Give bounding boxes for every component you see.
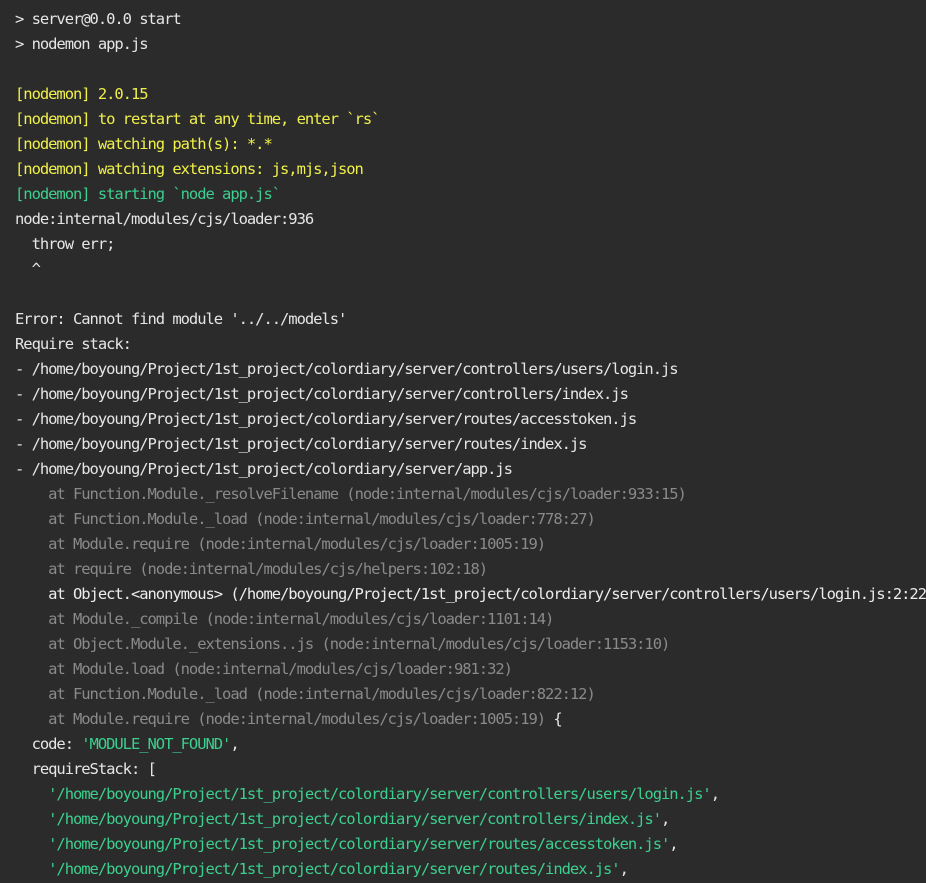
comma: ,	[710, 785, 720, 803]
require-stack-entry: - /home/boyoung/Project/1st_project/colo…	[15, 360, 679, 378]
stack-frame: at Function.Module._load (node:internal/…	[15, 682, 926, 707]
stack-frame: at Function.Module._load (node:internal/…	[15, 507, 926, 532]
stack-frame-call: at Module.require	[15, 535, 190, 553]
require-stack-array-item: '/home/boyoung/Project/1st_project/color…	[15, 832, 926, 857]
stack-frame-location: (node:internal/modules/cjs/helpers:102:1…	[130, 560, 488, 578]
comma: ,	[669, 835, 678, 853]
stack-frame-highlighted: at Object.<anonymous> (/home/boyoung/Pro…	[15, 582, 926, 607]
stack-frame-call: at Function.Module._load	[15, 685, 248, 703]
stack-frame-location: (node:internal/modules/cjs/loader:1005:1…	[188, 535, 546, 553]
comma: ,	[619, 860, 629, 878]
npm-command-line: > nodemon app.js	[15, 35, 149, 53]
stack-frame-location: (node:internal/modules/cjs/loader:778:27…	[246, 510, 596, 528]
stack-frame-call: at Function.Module._load	[15, 510, 248, 528]
stack-frame-location: (node:internal/modules/cjs/loader:1005:1…	[188, 710, 546, 728]
stack-frame-location: (node:internal/modules/cjs/loader:1101:1…	[197, 610, 554, 628]
stack-frame-call: at Module._compile	[15, 610, 198, 628]
require-stack-path: '/home/boyoung/Project/1st_project/color…	[48, 810, 662, 828]
require-stack-entry: - /home/boyoung/Project/1st_project/colo…	[15, 385, 629, 403]
stack-frame-location: (node:internal/modules/cjs/loader:822:12…	[246, 685, 596, 703]
stack-frame-call: at Object.<anonymous>	[15, 585, 223, 603]
error-message: Error: Cannot find module '../../models'	[15, 310, 347, 328]
stack-frame: at Object.Module._extensions..js (node:i…	[15, 632, 926, 657]
stack-frame-call: at require	[15, 560, 132, 578]
stack-frame-call: at Module.require	[15, 710, 190, 728]
require-stack-array-item: '/home/boyoung/Project/1st_project/color…	[15, 782, 926, 807]
require-stack-header: Require stack:	[15, 335, 132, 353]
require-stack-entry: - /home/boyoung/Project/1st_project/colo…	[15, 410, 637, 428]
terminal-output[interactable]: > server@0.0.0 start > nodemon app.js [n…	[0, 0, 926, 883]
require-stack-property: requireStack: [	[15, 760, 157, 778]
nodemon-watching-extensions: [nodemon] watching extensions: js,mjs,js…	[15, 160, 364, 178]
stack-frame: at Function.Module._resolveFilename (nod…	[15, 482, 926, 507]
stack-frame-location: (node:internal/modules/cjs/loader:1153:1…	[313, 635, 670, 653]
nodemon-watching-paths: [nodemon] watching path(s): *.*	[15, 135, 273, 153]
throw-caret: ^	[15, 260, 41, 278]
stack-frame: at Module.require (node:internal/modules…	[15, 707, 926, 732]
stack-frame-location: (node:internal/modules/cjs/loader:933:15…	[338, 485, 687, 503]
stack-frame: at Module.load (node:internal/modules/cj…	[15, 657, 926, 682]
stack-frame-call: at Function.Module._resolveFilename	[15, 485, 339, 503]
stack-frame-location: (/home/boyoung/Project/1st_project/color…	[222, 585, 926, 603]
require-stack-path: '/home/boyoung/Project/1st_project/color…	[48, 860, 621, 878]
error-code-property: code: 'MODULE_NOT_FOUND',	[15, 732, 926, 757]
stack-frame: at Module.require (node:internal/modules…	[15, 532, 926, 557]
stack-frame-call: at Module.load	[15, 660, 165, 678]
require-stack-array-item: '/home/boyoung/Project/1st_project/color…	[15, 807, 926, 832]
stack-frame: at Module._compile (node:internal/module…	[15, 607, 926, 632]
throw-location: node:internal/modules/cjs/loader:936	[15, 210, 314, 228]
stack-frame-call: at Object.Module._extensions..js	[15, 635, 314, 653]
require-stack-path: '/home/boyoung/Project/1st_project/color…	[48, 785, 712, 803]
npm-script-line: > server@0.0.0 start	[15, 10, 182, 28]
error-code-tail: ,	[230, 735, 239, 753]
error-code-key: code:	[15, 735, 82, 753]
stack-frame: at require (node:internal/modules/cjs/he…	[15, 557, 926, 582]
nodemon-version: [nodemon] 2.0.15	[15, 85, 149, 103]
nodemon-restart-hint: [nodemon] to restart at any time, enter …	[15, 110, 380, 128]
stack-frame-location: (node:internal/modules/cjs/loader:981:32…	[164, 660, 513, 678]
object-open-brace: {	[545, 710, 562, 728]
require-stack-array-item: '/home/boyoung/Project/1st_project/color…	[15, 857, 926, 882]
throw-code: throw err;	[15, 235, 116, 253]
require-stack-entry: - /home/boyoung/Project/1st_project/colo…	[15, 460, 513, 478]
error-code-value: 'MODULE_NOT_FOUND'	[81, 735, 231, 753]
require-stack-path: '/home/boyoung/Project/1st_project/color…	[48, 835, 670, 853]
nodemon-starting: [nodemon] starting `node app.js`	[15, 185, 281, 203]
require-stack-entry: - /home/boyoung/Project/1st_project/colo…	[15, 435, 588, 453]
comma: ,	[661, 810, 670, 828]
